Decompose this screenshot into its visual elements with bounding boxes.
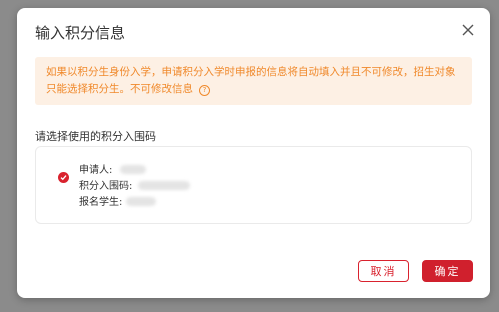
student-value-blurred	[125, 197, 156, 206]
dialog-title: 输入积分信息	[35, 24, 126, 42]
cancel-button[interactable]: 取消	[358, 260, 409, 282]
notice-banner: 如果以积分生身份入学，申请积分入学时申报的信息将自动填入并且不可修改，招生对象只…	[35, 57, 472, 105]
applicant-value-blurred	[119, 165, 146, 174]
selected-radio[interactable]	[58, 172, 69, 183]
option-details: 申请人: 积分入围码: 报名学生:	[79, 163, 190, 211]
points-code-label: 积分入围码:	[79, 181, 133, 192]
confirm-button[interactable]: 确定	[422, 260, 473, 282]
close-button[interactable]	[460, 22, 476, 38]
points-code-row: 积分入围码:	[79, 179, 190, 195]
notice-text: 如果以积分生身份入学，申请积分入学时申报的信息将自动填入并且不可修改，招生对象只…	[46, 66, 456, 95]
check-icon	[60, 175, 67, 181]
points-code-option-card[interactable]: 申请人: 积分入围码: 报名学生:	[35, 146, 472, 224]
close-icon	[462, 24, 474, 36]
student-label: 报名学生:	[79, 197, 123, 208]
points-info-dialog: 输入积分信息 如果以积分生身份入学，申请积分入学时申报的信息将自动填入并且不可修…	[17, 8, 490, 298]
student-row: 报名学生:	[79, 195, 190, 211]
section-label: 请选择使用的积分入围码	[35, 130, 156, 143]
applicant-row: 申请人:	[79, 163, 190, 179]
points-code-value-blurred	[137, 181, 190, 190]
question-circle-icon[interactable]: ?	[199, 85, 210, 96]
applicant-label: 申请人:	[79, 165, 113, 176]
